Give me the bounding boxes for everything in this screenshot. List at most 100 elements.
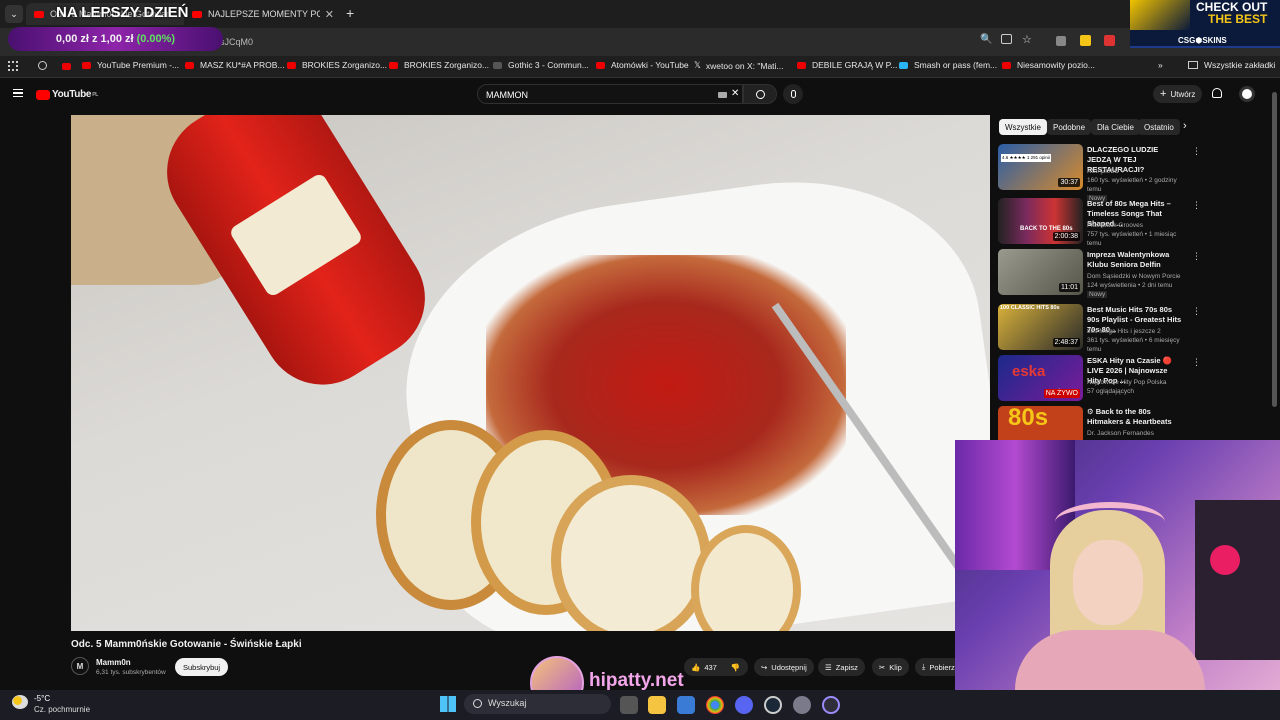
task-view-icon[interactable] [620, 696, 638, 714]
install-icon[interactable] [1001, 34, 1012, 44]
steam-icon[interactable] [764, 696, 782, 714]
bookmark-item[interactable]: BROKIES Zorganizo... [287, 60, 387, 70]
more-options-icon[interactable]: ⋮ [1192, 200, 1201, 211]
zoom-icon[interactable]: 🔍 [980, 34, 992, 45]
weather-desc[interactable]: Cz. pochmurnie [34, 705, 90, 714]
extension-icon[interactable] [1080, 35, 1091, 46]
like-button[interactable]: 👍 437 👎 [684, 658, 748, 676]
donation-ticker: 0,00 zł z 1,00 zł (0.00%) [8, 27, 223, 51]
search-icon [755, 89, 765, 99]
share-button[interactable]: ↪ Udostępnij [754, 658, 814, 676]
youtube-favicon-icon [185, 61, 194, 69]
taskbar-search[interactable]: Wyszukaj [464, 694, 611, 714]
video-thumbnail: 100 CLASSIC HITS 80s 2:48:37 [998, 304, 1083, 350]
scrollbar[interactable] [1272, 92, 1277, 407]
headphones-cat-ears [1055, 502, 1165, 542]
bookmark-item[interactable]: Smash or pass (fem... [899, 60, 997, 70]
extension-icon[interactable] [1056, 36, 1066, 46]
dislike-icon[interactable]: 👎 [731, 663, 740, 672]
channel-name[interactable]: Mamm0n [96, 658, 131, 667]
chrome-icon[interactable] [706, 696, 724, 714]
all-bookmarks-button[interactable]: Wszystkie zakładki [1188, 60, 1275, 70]
recommendation-item[interactable]: 80s ⚙ Back to the 80s Hitmakers & Heartb… [998, 406, 1188, 440]
ad-brand: CSG⬢SKINS [1178, 36, 1227, 45]
obs-icon[interactable] [822, 696, 840, 714]
youtube-favicon-icon [596, 61, 605, 69]
streamer-face [1073, 540, 1143, 625]
save-button[interactable]: ☰ Zapisz [818, 658, 865, 676]
balloons [1210, 545, 1240, 575]
bookmark-icon[interactable] [62, 63, 71, 70]
tab-list-button[interactable]: ⌄ [5, 5, 23, 23]
youtube-logo[interactable]: YouTube PL [36, 89, 98, 100]
chips-next-icon[interactable]: › [1183, 120, 1187, 132]
taskbar [0, 690, 1280, 720]
weather-icon[interactable] [12, 695, 28, 709]
weather-temp[interactable]: -5°C [34, 694, 50, 703]
microphone-icon [790, 90, 796, 98]
chip-for-you[interactable]: Dla Ciebie [1091, 119, 1140, 135]
address-input[interactable]: sJCqM0 [160, 32, 980, 52]
extension-icon[interactable] [1104, 35, 1115, 46]
more-options-icon[interactable]: ⋮ [1192, 357, 1201, 368]
channel-avatar[interactable]: M [71, 657, 89, 675]
chip-all[interactable]: Wszystkie [999, 119, 1047, 135]
stream-overlay-title: NA LEPSZY DZIEŃ [56, 4, 189, 21]
voice-search-button[interactable] [783, 84, 803, 104]
bookmark-star-icon[interactable]: ☆ [1022, 33, 1032, 46]
bread-slice [551, 475, 711, 631]
discord-icon[interactable] [735, 696, 753, 714]
recommendation-item[interactable]: 100 CLASSIC HITS 80s 2:48:37 Best Music … [998, 304, 1201, 354]
youtube-favicon-icon [287, 61, 296, 69]
bookmark-item[interactable]: YouTube Premium -... [82, 60, 179, 70]
chip-related[interactable]: Podobne [1047, 119, 1092, 135]
clear-search-icon[interactable]: ✕ [731, 88, 739, 99]
chip-recent[interactable]: Ostatnio [1138, 119, 1180, 135]
settings-gear-icon[interactable] [793, 696, 811, 714]
youtube-favicon-icon [1002, 61, 1011, 69]
thumbs-up-icon: 👍 [691, 662, 701, 672]
more-options-icon[interactable]: ⋮ [1192, 146, 1201, 157]
close-tab-icon[interactable]: ✕ [325, 8, 334, 21]
bookmark-item[interactable]: MASZ KU*#A PROB... [185, 60, 285, 70]
new-tab-button[interactable]: + [346, 5, 354, 21]
site-favicon-icon [899, 61, 908, 69]
bookmark-item[interactable]: 𝕏xwetoo on X: "Mati... [694, 60, 784, 71]
create-button[interactable]: + Utwórz [1153, 85, 1203, 103]
video-title: Odc. 5 Mamm0ńskie Gotowanie - Świńskie Ł… [71, 639, 302, 650]
bookmark-item[interactable]: Gothic 3 - Commun... [493, 60, 589, 70]
avatar[interactable] [1239, 86, 1255, 102]
recommendation-item[interactable]: BACK TO THE 80s 2:00:38 Best of 80s Mega… [998, 198, 1201, 248]
globe-icon [493, 61, 502, 69]
more-options-icon[interactable]: ⋮ [1192, 306, 1201, 317]
search-input[interactable]: MAMMON ✕ [477, 84, 743, 104]
windows-start-icon[interactable] [440, 696, 456, 712]
clip-button[interactable]: ✂ Klip [872, 658, 909, 676]
recommendation-item[interactable]: 11:01 Impreza Walentynkowa Klubu Seniora… [998, 249, 1201, 299]
scissors-icon: ✂ [879, 662, 886, 672]
video-thumbnail: 80s [998, 406, 1083, 440]
webcam-overlay [955, 440, 1280, 720]
bookmark-item[interactable]: Atomówki - YouTube [596, 60, 689, 70]
bookmark-item[interactable]: Niesamowity pozio... [1002, 60, 1095, 70]
ticker-percent: (0.00%) [136, 33, 176, 45]
bookmark-item[interactable]: BROKIES Zorganizo... [389, 60, 489, 70]
more-options-icon[interactable]: ⋮ [1192, 251, 1201, 262]
video-player[interactable] [71, 115, 990, 631]
bookmarks-overflow-icon[interactable]: » [1158, 60, 1163, 70]
recommendation-item[interactable]: eska NA ŻYWO ESKA Hity na Czasie 🔴 LIVE … [998, 355, 1201, 405]
notifications-bell-icon[interactable] [1212, 88, 1222, 98]
recommendation-item[interactable]: 4.6 ★★★★ 1 291 opinii 30:37 DLACZEGO LUD… [998, 144, 1201, 202]
keyboard-icon[interactable] [718, 92, 727, 98]
save-playlist-icon: ☰ [825, 662, 832, 672]
search-button[interactable] [743, 84, 777, 104]
store-icon[interactable] [677, 696, 695, 714]
file-explorer-icon[interactable] [648, 696, 666, 714]
youtube-favicon-icon [34, 10, 44, 18]
bookmark-item[interactable]: DEBILE GRAJĄ W P... [797, 60, 897, 70]
tab-najlepsze[interactable]: NAJLEPSZE MOMENTY POLSKIE ✕ [184, 3, 342, 25]
menu-icon-mid [13, 92, 23, 94]
bookmark-icon[interactable] [38, 61, 47, 70]
subscribe-button[interactable]: Subskrybuj [175, 658, 229, 676]
apps-grid-icon[interactable] [8, 61, 18, 71]
